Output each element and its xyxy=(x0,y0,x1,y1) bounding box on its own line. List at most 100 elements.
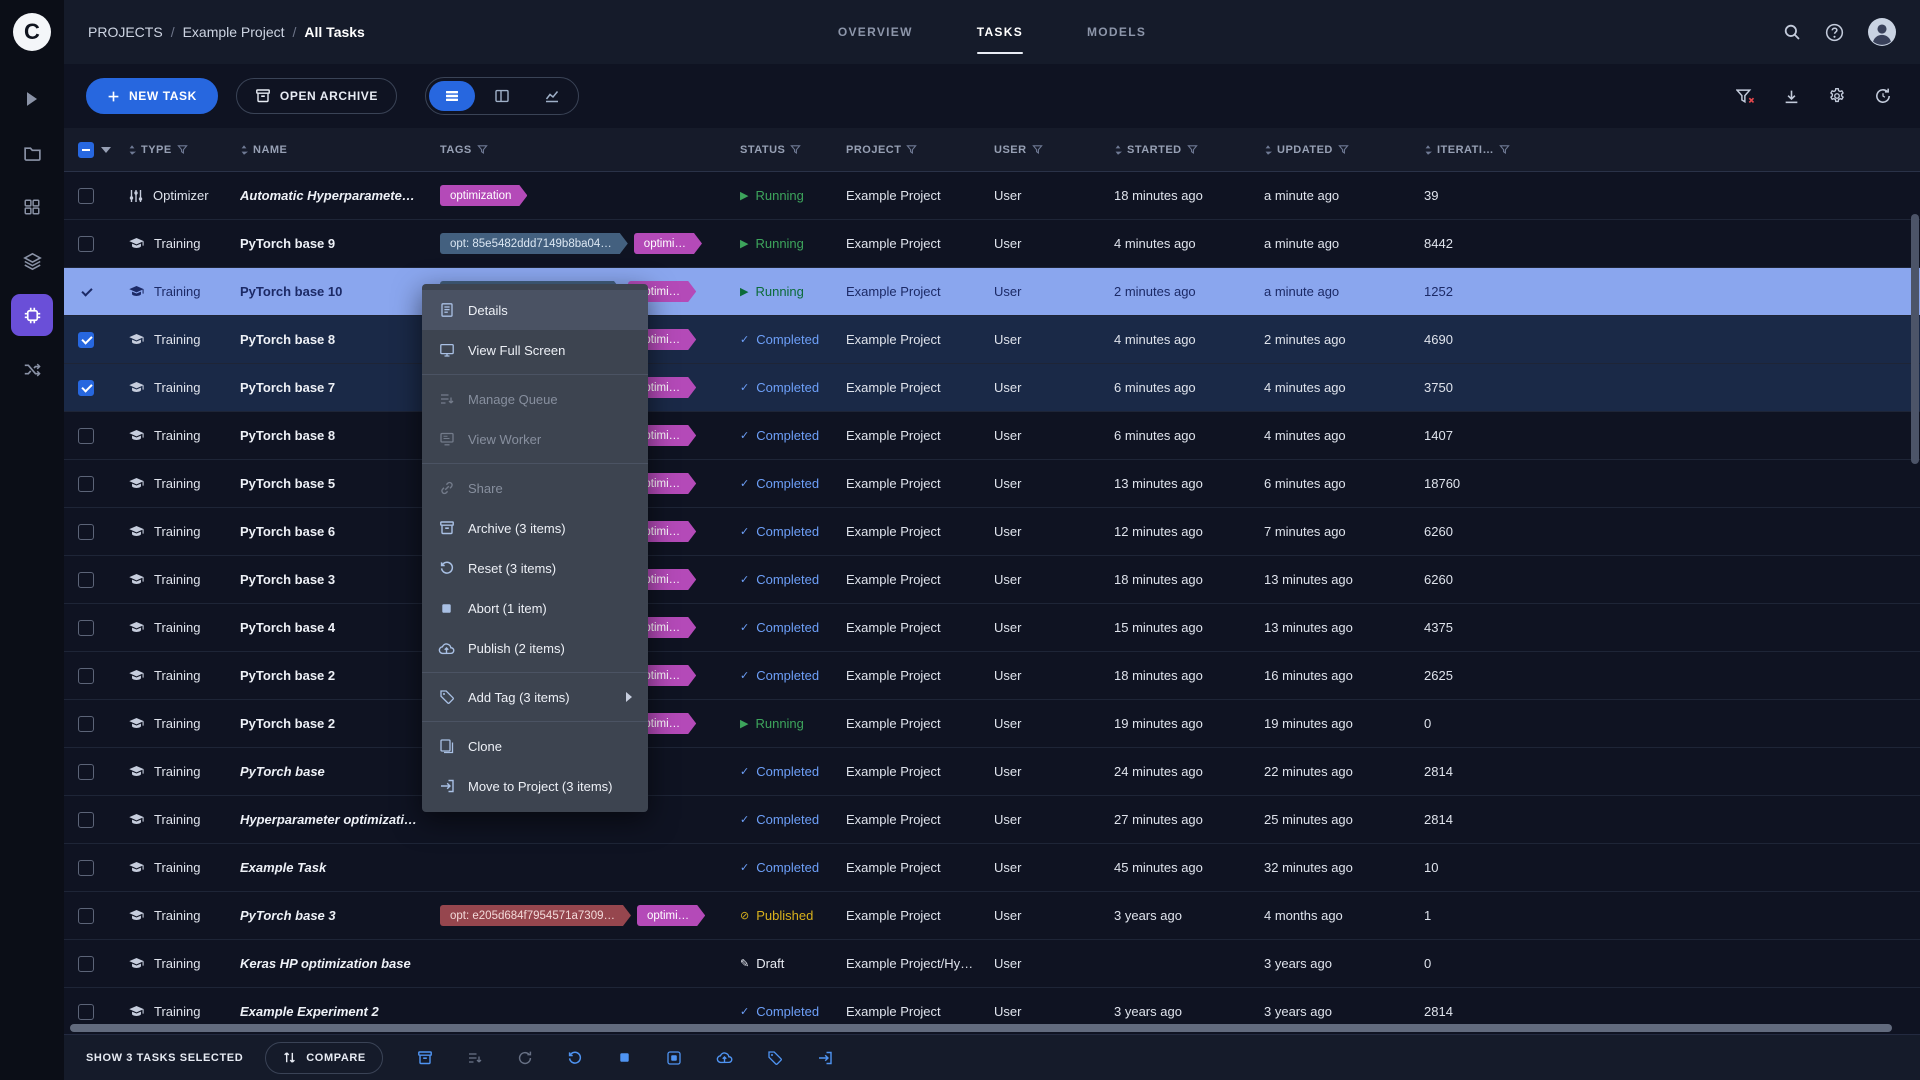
table-row[interactable]: TrainingPyTorch base 5opt: …optimi…✓Comp… xyxy=(64,460,1920,508)
task-project[interactable]: Example Project xyxy=(846,764,994,779)
task-name[interactable]: Hyperparameter optimizati… xyxy=(240,796,440,844)
task-project[interactable]: Example Project xyxy=(846,1004,994,1019)
column-header-select[interactable] xyxy=(64,142,128,158)
row-checkbox[interactable] xyxy=(78,860,94,876)
new-task-button[interactable]: NEW TASK xyxy=(86,78,218,114)
table-row[interactable]: TrainingPyTorch base 2opt: …optimi…▶Runn… xyxy=(64,700,1920,748)
download-button[interactable] xyxy=(1783,88,1800,105)
tag-chip[interactable]: opt: e205d684f7954571a7309… xyxy=(440,905,631,926)
sidebar-item-pipelines[interactable] xyxy=(11,240,53,282)
row-checkbox[interactable] xyxy=(78,908,94,924)
task-project[interactable]: Example Project xyxy=(846,860,994,875)
table-row[interactable]: TrainingHyperparameter optimizati…✓Compl… xyxy=(64,796,1920,844)
row-checkbox[interactable] xyxy=(78,284,94,300)
row-checkbox[interactable] xyxy=(78,236,94,252)
table-row[interactable]: TrainingPyTorch base✓CompletedExample Pr… xyxy=(64,748,1920,796)
breadcrumb-project[interactable]: Example Project xyxy=(183,24,285,40)
task-name[interactable]: PyTorch base 8 xyxy=(240,412,440,460)
task-name[interactable]: PyTorch base 9 xyxy=(240,220,440,268)
breadcrumb-current[interactable]: All Tasks xyxy=(304,24,364,40)
row-checkbox[interactable] xyxy=(78,1004,94,1020)
table-row[interactable]: OptimizerAutomatic Hyperparamete…optimiz… xyxy=(64,172,1920,220)
tag-chip[interactable]: optimization xyxy=(440,185,527,206)
table-row[interactable]: TrainingPyTorch base 3opt: e205d684f7954… xyxy=(64,892,1920,940)
row-checkbox[interactable] xyxy=(78,188,94,204)
column-header-status[interactable]: STATUS xyxy=(740,144,846,156)
select-menu-caret[interactable] xyxy=(101,147,111,153)
row-checkbox[interactable] xyxy=(78,332,94,348)
task-project[interactable]: Example Project xyxy=(846,428,994,443)
menu-item-archive-3-items[interactable]: Archive (3 items) xyxy=(422,508,648,548)
search-button[interactable] xyxy=(1783,23,1801,41)
task-project[interactable]: Example Project xyxy=(846,476,994,491)
task-project[interactable]: Example Project xyxy=(846,380,994,395)
column-header-type[interactable]: TYPE xyxy=(128,144,240,156)
move-action-button[interactable] xyxy=(817,1050,833,1066)
auto-refresh-button[interactable] xyxy=(1874,87,1892,105)
task-project[interactable]: Example Project/Hy… xyxy=(846,956,994,971)
tab-overview[interactable]: OVERVIEW xyxy=(838,0,913,64)
task-project[interactable]: Example Project xyxy=(846,908,994,923)
horizontal-scrollbar-thumb[interactable] xyxy=(70,1024,1892,1032)
task-name[interactable]: Example Task xyxy=(240,844,440,892)
row-checkbox[interactable] xyxy=(78,716,94,732)
task-project[interactable]: Example Project xyxy=(846,716,994,731)
tag-chip[interactable]: opt: 85e5482ddd7149b8ba04… xyxy=(440,233,628,254)
task-project[interactable]: Example Project xyxy=(846,188,994,203)
row-checkbox[interactable] xyxy=(78,524,94,540)
sidebar-item-quick-start[interactable] xyxy=(11,78,53,120)
selected-count-label[interactable]: SHOW 3 TASKS SELECTED xyxy=(86,1052,243,1064)
table-row[interactable]: TrainingPyTorch base 2opt: …optimi…✓Comp… xyxy=(64,652,1920,700)
menu-item-reset-3-items[interactable]: Reset (3 items) xyxy=(422,548,648,588)
reset-action-button[interactable] xyxy=(567,1050,583,1066)
split-view-toggle[interactable] xyxy=(479,81,525,111)
sidebar-item-orchestration[interactable] xyxy=(11,348,53,390)
table-row[interactable]: TrainingKeras HP optimization base✎Draft… xyxy=(64,940,1920,988)
task-name[interactable]: PyTorch base 8 xyxy=(240,316,440,364)
column-header-project[interactable]: PROJECT xyxy=(846,144,994,156)
sidebar-item-applications[interactable] xyxy=(11,294,53,336)
menu-item-details[interactable]: Details xyxy=(422,290,648,330)
column-header-user[interactable]: USER xyxy=(994,144,1114,156)
archive-action-button[interactable] xyxy=(417,1050,433,1066)
menu-item-view-full-screen[interactable]: View Full Screen xyxy=(422,330,648,370)
vertical-scrollbar-thumb[interactable] xyxy=(1911,214,1919,464)
manage-queue-action-button[interactable] xyxy=(467,1050,483,1066)
menu-item-move-to-project-3-items[interactable]: Move to Project (3 items) xyxy=(422,766,648,806)
user-button[interactable] xyxy=(1868,18,1896,46)
row-checkbox[interactable] xyxy=(78,380,94,396)
table-view-toggle[interactable] xyxy=(429,81,475,111)
task-project[interactable]: Example Project xyxy=(846,572,994,587)
chart-view-toggle[interactable] xyxy=(529,81,575,111)
task-name[interactable]: PyTorch base 3 xyxy=(240,892,440,940)
task-project[interactable]: Example Project xyxy=(846,812,994,827)
row-checkbox[interactable] xyxy=(78,572,94,588)
tag-chip[interactable]: optimi… xyxy=(637,905,705,926)
table-row[interactable]: TrainingPyTorch base 9opt: 85e5482ddd714… xyxy=(64,220,1920,268)
publish-action-button[interactable] xyxy=(716,1049,733,1066)
task-name[interactable]: PyTorch base 2 xyxy=(240,700,440,748)
task-project[interactable]: Example Project xyxy=(846,620,994,635)
task-name[interactable]: PyTorch base 7 xyxy=(240,364,440,412)
task-project[interactable]: Example Project xyxy=(846,284,994,299)
task-name[interactable]: PyTorch base 4 xyxy=(240,604,440,652)
task-project[interactable]: Example Project xyxy=(846,332,994,347)
abort-action-button[interactable] xyxy=(617,1050,632,1065)
task-name[interactable]: Keras HP optimization base xyxy=(240,940,440,988)
row-checkbox[interactable] xyxy=(78,956,94,972)
task-name[interactable]: Automatic Hyperparamete… xyxy=(240,172,440,220)
column-header-updated[interactable]: UPDATED xyxy=(1264,144,1424,156)
add-tag-action-button[interactable] xyxy=(767,1050,783,1066)
task-name[interactable]: Example Experiment 2 xyxy=(240,988,440,1023)
help-button[interactable] xyxy=(1825,23,1844,42)
retry-action-button[interactable] xyxy=(517,1050,533,1066)
row-checkbox[interactable] xyxy=(78,620,94,636)
row-checkbox[interactable] xyxy=(78,764,94,780)
table-row[interactable]: TrainingPyTorch base 8opt: …optimi…✓Comp… xyxy=(64,412,1920,460)
settings-button[interactable] xyxy=(1828,87,1846,105)
table-row[interactable]: TrainingExample Task✓CompletedExample Pr… xyxy=(64,844,1920,892)
column-header-name[interactable]: NAME xyxy=(240,144,440,156)
table-row[interactable]: TrainingPyTorch base 6opt: …optimi…✓Comp… xyxy=(64,508,1920,556)
breadcrumb-projects[interactable]: PROJECTS xyxy=(88,24,163,40)
sidebar-item-projects[interactable] xyxy=(11,132,53,174)
